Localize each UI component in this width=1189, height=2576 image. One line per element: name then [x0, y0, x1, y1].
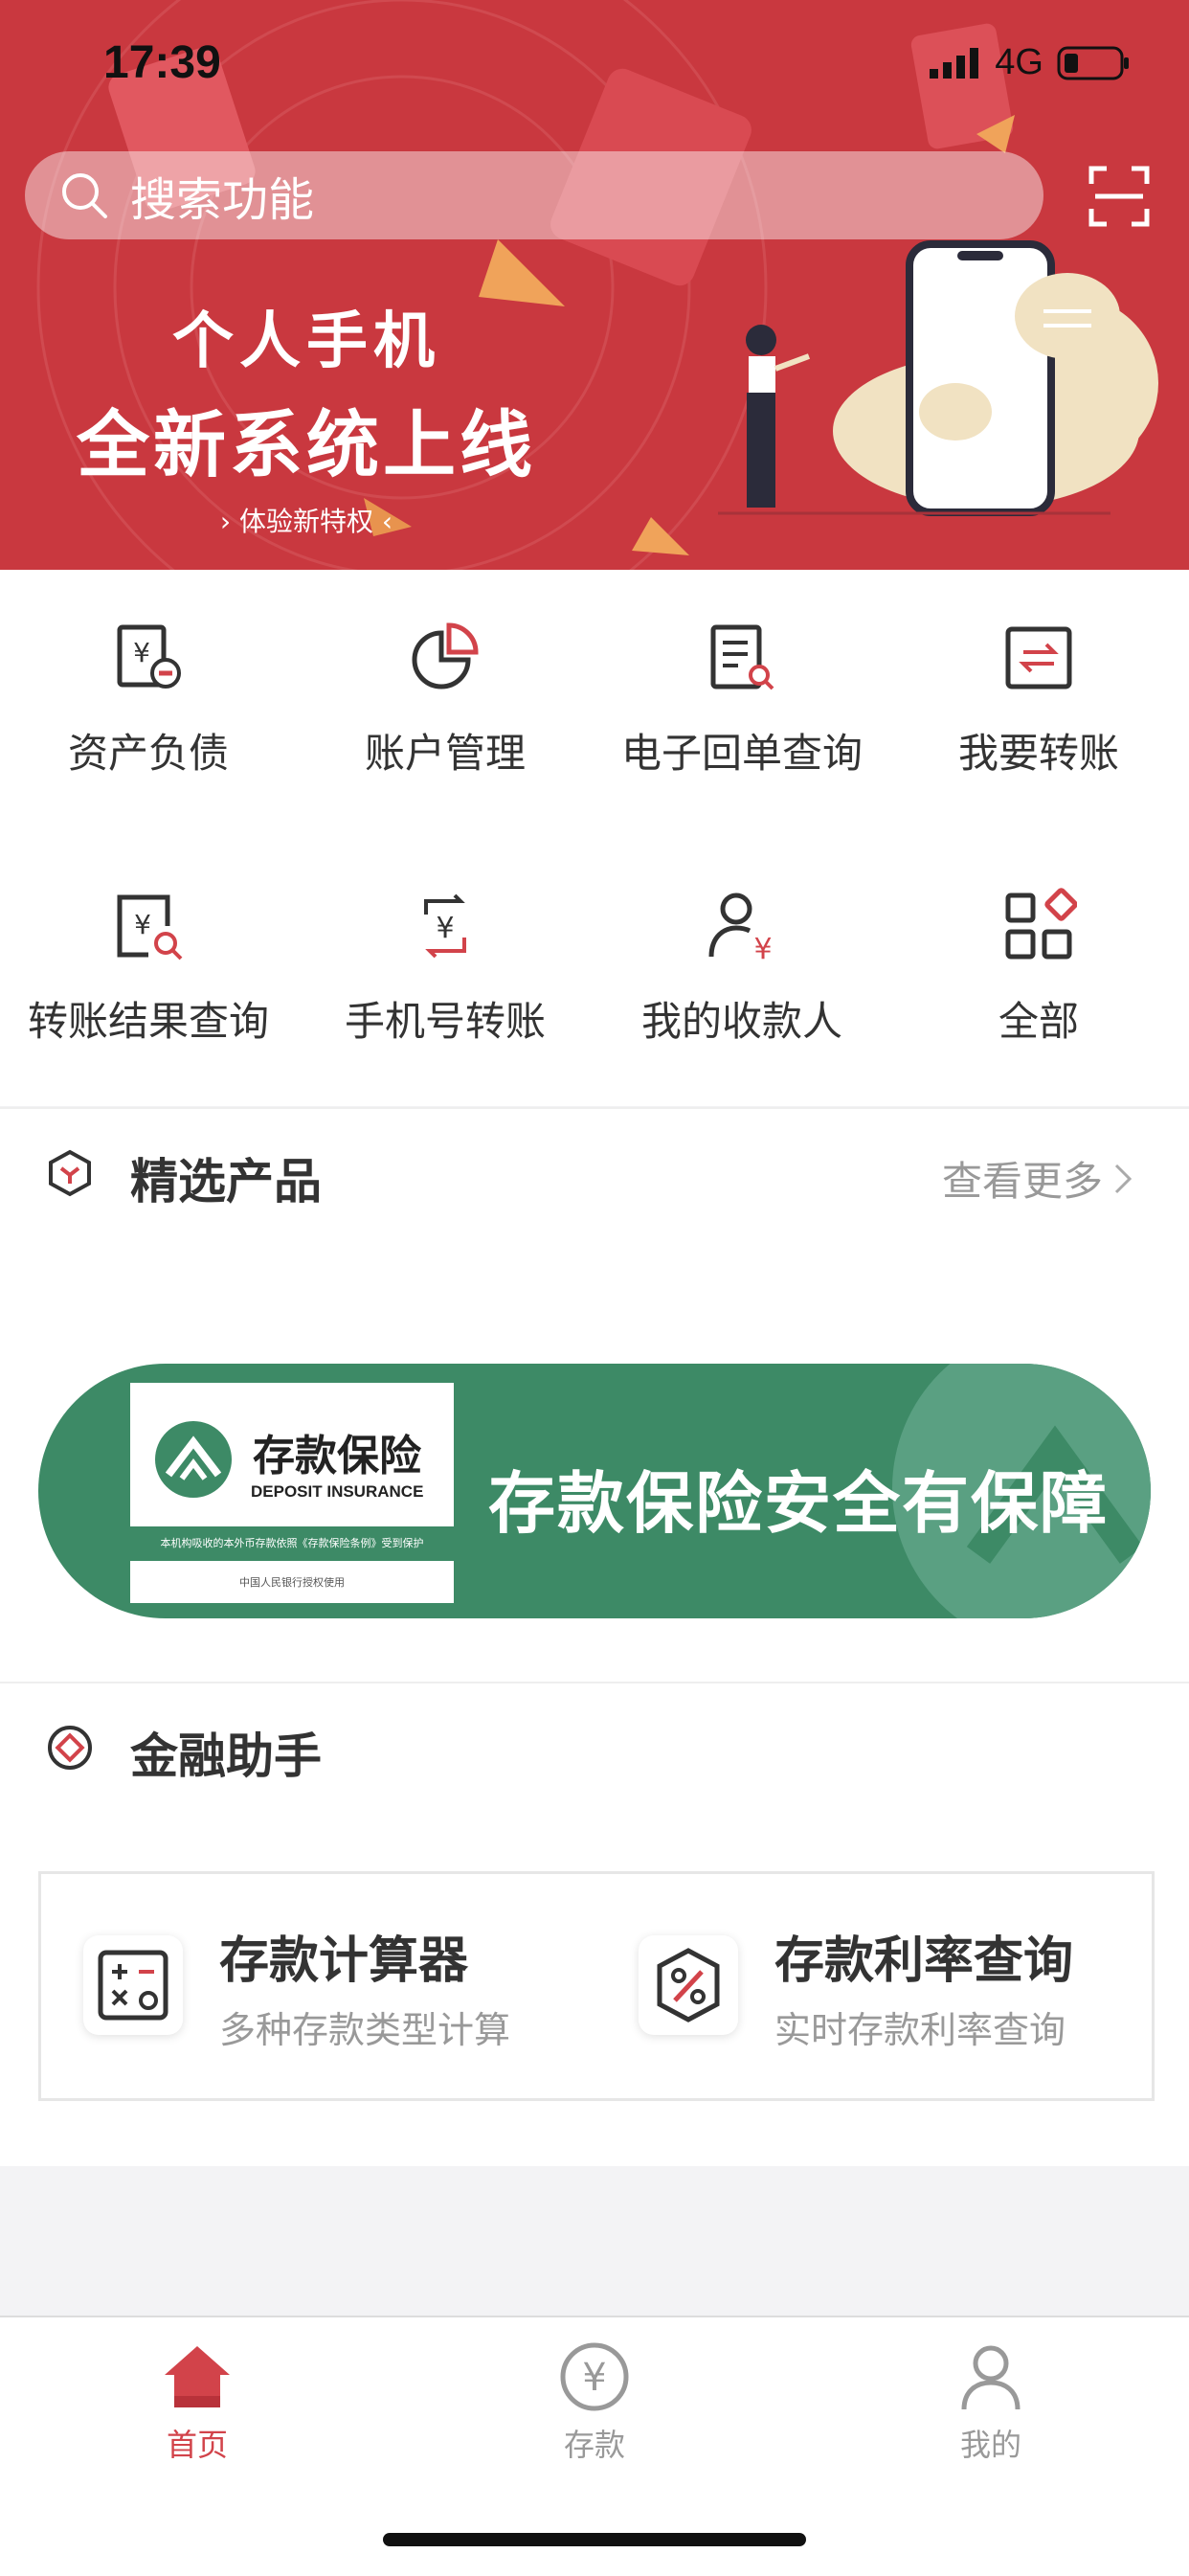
tab-deposit[interactable]: ¥ 存款 — [499, 2339, 690, 2465]
menu-item-label: 资产负债 — [67, 730, 229, 777]
phone-transfer-icon: ¥ — [424, 893, 466, 959]
menu-item-label: 我要转账 — [957, 730, 1119, 777]
percent-icon — [639, 1935, 738, 2035]
search-bar[interactable]: 搜索功能 — [25, 151, 1043, 239]
home-indicator[interactable] — [383, 2533, 806, 2546]
menu-item-account-management[interactable]: 账户管理 — [297, 570, 594, 800]
signal-icon — [930, 47, 979, 79]
transfer-icon — [1005, 626, 1072, 689]
chevron-right-icon — [1114, 1164, 1133, 1193]
svg-text:¥: ¥ — [134, 909, 151, 940]
asset-liability-icon: ¥ — [117, 624, 181, 689]
user-icon — [961, 2345, 1021, 2410]
yuan-circle-icon: ¥ — [560, 2342, 629, 2411]
promo-section: 存款保险 DEPOSIT INSURANCE 本机构吸收的本外币存款依照《存款保… — [0, 1235, 1189, 1682]
featured-products-title: 精选产品 — [130, 1154, 322, 1209]
tab-deposit-label: 存款 — [563, 2427, 625, 2463]
transfer-result-icon: ¥ — [117, 894, 183, 960]
hero-line-1: 个人手机 — [172, 306, 440, 377]
search-icon — [62, 173, 107, 218]
deposit-calculator-title: 存款计算器 — [219, 1932, 469, 1990]
menu-item-label: 全部 — [998, 998, 1079, 1045]
tab-mine-label: 我的 — [959, 2427, 1021, 2463]
home-icon — [165, 2346, 230, 2407]
hero-line-2: 全新系统上线 — [77, 402, 536, 487]
search-placeholder: 搜索功能 — [130, 173, 315, 227]
battery-icon — [1057, 46, 1129, 79]
deposit-insurance-brand: 存款保险 — [253, 1432, 421, 1480]
tab-home[interactable]: 首页 — [101, 2339, 293, 2465]
svg-text:¥: ¥ — [582, 2356, 606, 2400]
pie-chart-icon — [412, 622, 479, 689]
deposit-insurance-authorization: 中国人民银行授权使用 — [239, 1576, 345, 1589]
deposit-rate-title: 存款利率查询 — [774, 1932, 1074, 1990]
menu-item-e-receipt[interactable]: 电子回单查询 — [594, 570, 890, 800]
menu-item-label: 我的收款人 — [640, 998, 842, 1045]
featured-products-header: 精选产品 查看更多 — [0, 1107, 1189, 1237]
menu-item-all[interactable]: 全部 — [890, 838, 1187, 1068]
network-type: 4G — [995, 42, 1043, 82]
receipt-search-icon — [710, 624, 774, 690]
deposit-insurance-brand-en: DEPOSIT INSURANCE — [251, 1482, 424, 1501]
assistant-icon — [48, 1726, 92, 1770]
deposit-rate-query[interactable]: 存款利率查询 实时存款利率查询 — [596, 1874, 1133, 2098]
deposit-insurance-logo-icon — [155, 1421, 232, 1498]
hero-title: 个人手机 全新系统上线 › 体验新特权 ‹ — [57, 292, 555, 539]
menu-item-transfer-result[interactable]: ¥ 转账结果查询 — [0, 838, 297, 1068]
deposit-insurance-banner[interactable]: 存款保险 DEPOSIT INSURANCE 本机构吸收的本外币存款依照《存款保… — [38, 1364, 1151, 1618]
deposit-rate-subtitle: 实时存款利率查询 — [774, 2009, 1066, 2051]
deposit-calculator[interactable]: 存款计算器 多种存款类型计算 — [41, 1874, 577, 2098]
financial-tools-section: 存款计算器 多种存款类型计算 存款利率查询 实时存款利率查询 — [0, 1810, 1189, 2166]
view-more-label: 查看更多 — [941, 1158, 1103, 1205]
scan-icon[interactable] — [1088, 165, 1151, 228]
financial-assistant-title: 金融助手 — [130, 1729, 322, 1784]
deposit-calculator-subtitle: 多种存款类型计算 — [219, 2009, 511, 2051]
menu-item-label: 手机号转账 — [344, 998, 546, 1045]
menu-item-label: 账户管理 — [364, 730, 526, 777]
calculator-icon — [83, 1935, 183, 2035]
menu-item-label: 转账结果查询 — [27, 998, 269, 1045]
hero-banner[interactable]: 17:39 4G 搜索功能 个人手机 全新系统上线 › 体验新特权 ‹ — [0, 0, 1189, 570]
status-time: 17:39 — [103, 37, 221, 88]
menu-item-asset-liability[interactable]: ¥ 资产负债 — [0, 570, 297, 800]
hero-cta[interactable]: › 体验新特权 ‹ — [57, 501, 555, 539]
function-menu: ¥ 资产负债 账户管理 电子回单查询 我要转账 ¥ 转账结果查询 ¥ 手机号转账… — [0, 570, 1189, 1106]
financial-tools-card: 存款计算器 多种存款类型计算 存款利率查询 实时存款利率查询 — [38, 1871, 1155, 2101]
deposit-insurance-logo-card: 存款保险 DEPOSIT INSURANCE 本机构吸收的本外币存款依照《存款保… — [130, 1383, 454, 1603]
svg-text:¥: ¥ — [133, 637, 150, 668]
status-indicators: 4G — [930, 42, 1130, 83]
svg-text:¥: ¥ — [753, 933, 772, 964]
payee-icon: ¥ — [708, 893, 773, 964]
all-apps-icon — [1005, 888, 1077, 960]
financial-assistant-header: 金融助手 — [0, 1682, 1189, 1812]
tab-mine[interactable]: 我的 — [895, 2339, 1087, 2465]
menu-item-label: 电子回单查询 — [620, 730, 863, 777]
menu-item-my-payees[interactable]: ¥ 我的收款人 — [594, 838, 890, 1068]
svg-text:¥: ¥ — [436, 912, 454, 945]
cube-icon — [49, 1149, 91, 1197]
tab-home-label: 首页 — [166, 2427, 228, 2463]
menu-item-phone-transfer[interactable]: ¥ 手机号转账 — [297, 838, 594, 1068]
deposit-insurance-slogan: 存款保险安全有保障 — [488, 1464, 1109, 1543]
menu-item-transfer[interactable]: 我要转账 — [890, 570, 1187, 800]
view-more-link[interactable]: 查看更多 — [942, 1149, 1135, 1208]
deposit-insurance-notice: 本机构吸收的本外币存款依照《存款保险条例》受到保护 — [130, 1526, 454, 1561]
